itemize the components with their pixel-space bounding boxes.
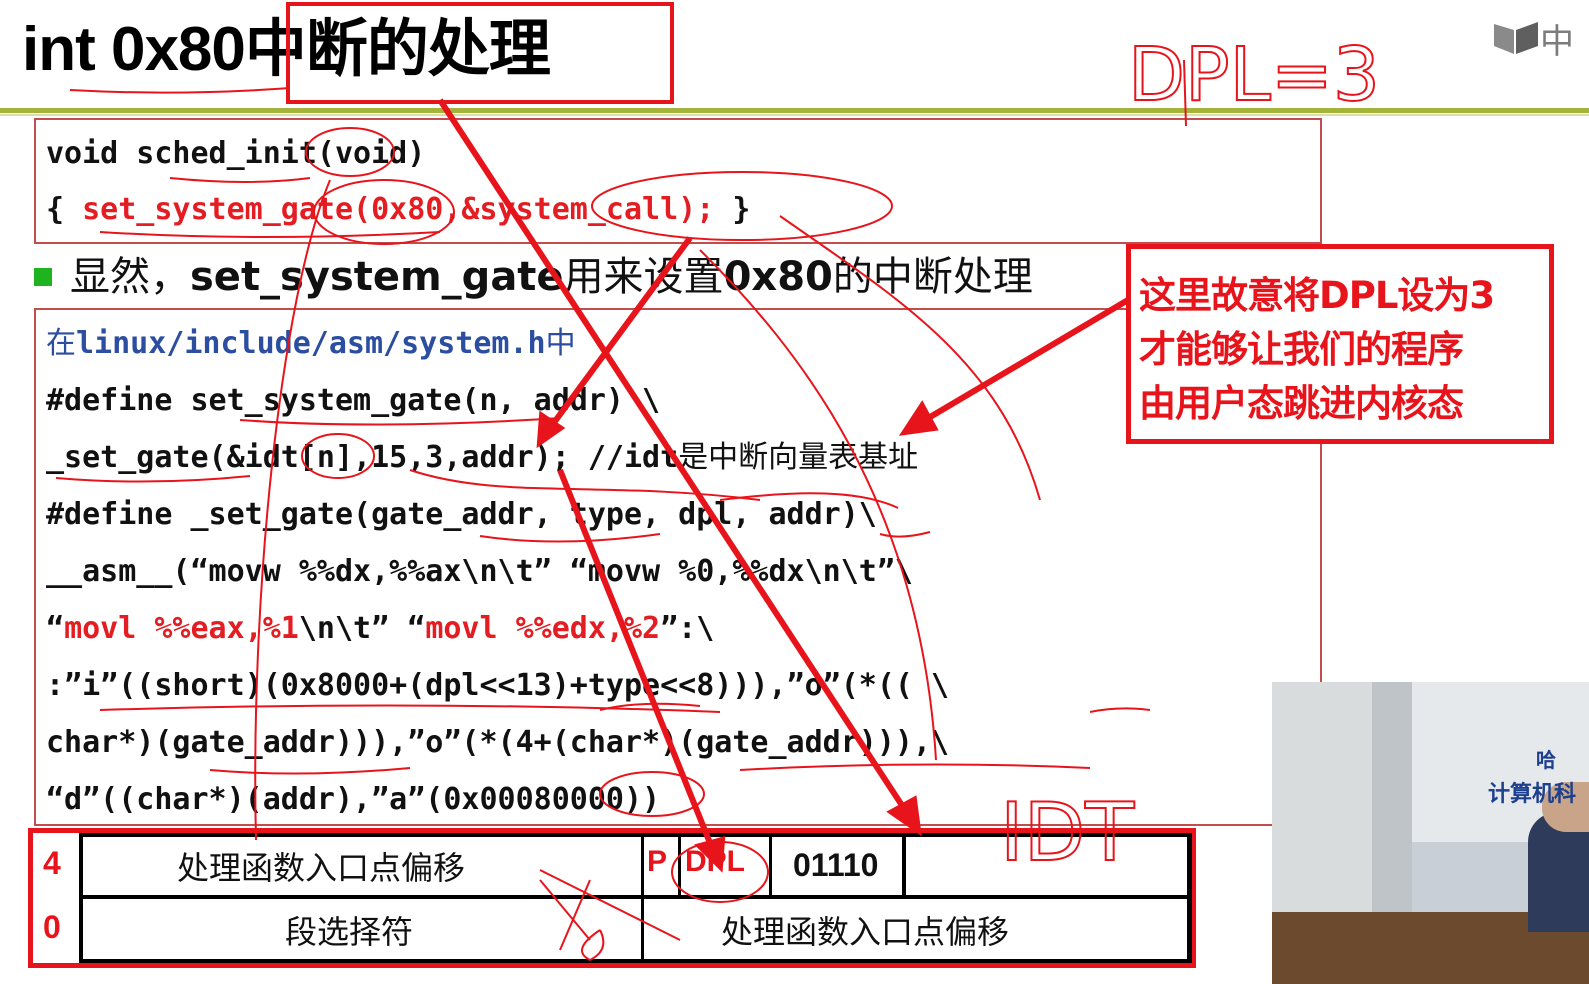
bullet-text: 显然，set_system_gate用来设置0x80的中断处理 bbox=[70, 252, 1033, 302]
idt-bottom-border bbox=[83, 959, 1187, 963]
code-brace-open: { bbox=[46, 192, 83, 227]
video-sign-text-1: 哈 bbox=[1536, 748, 1556, 772]
bullet-suffix: 用来设置 bbox=[563, 254, 724, 300]
dpl-callout: 这里故意将DPL设为3 才能够让我们的程序 由用户态跳进内核态 bbox=[1126, 244, 1554, 444]
code2-line-6: “movl %%eax,%1\n\t” “movl %%edx,%2”:\ bbox=[46, 609, 714, 649]
code2-path: linux/include/asm/system.h bbox=[76, 326, 546, 361]
code2-movl-edx: movl %%edx,%2 bbox=[425, 611, 661, 646]
title-divider-light bbox=[0, 114, 1589, 116]
idt-present-bit: P bbox=[647, 845, 668, 878]
lecturer-video bbox=[1272, 682, 1589, 984]
title-divider bbox=[0, 108, 1589, 113]
code2-line-4: #define _set_gate(gate_addr, type, dpl, … bbox=[46, 497, 877, 532]
code2-line-5: __asm__(“movw %%dx,%%ax\n\t” “movw %0,%%… bbox=[46, 554, 913, 589]
code-brace-close: } bbox=[714, 192, 751, 227]
idt-descriptor-table: 4 0 处理函数入口点偏移 P DPL 01110 段选择符 处理函数入口点偏移 bbox=[28, 828, 1196, 968]
idt-offset-high: 处理函数入口点偏移 bbox=[177, 849, 466, 887]
code2-end: ”:\ bbox=[660, 611, 715, 646]
idt-top-border bbox=[83, 833, 1187, 837]
code2-line-8: char*)(gate_addr))),”o”(*(4+(char*)(gate… bbox=[46, 725, 950, 760]
code2-prefix: 在 bbox=[46, 326, 76, 361]
bullet-hex: 0x80 bbox=[723, 254, 833, 300]
callout-line-3: 由用户态跳进内核态 bbox=[1139, 382, 1464, 425]
code2-quote: “ bbox=[46, 611, 65, 646]
title-prefix: int 0x80 bbox=[22, 15, 246, 84]
code-line-1: void sched_init(void) bbox=[46, 136, 426, 171]
book-icon bbox=[1494, 22, 1538, 54]
idt-type-bits: 01110 bbox=[793, 847, 879, 883]
video-sign-text-2: 计算机科 bbox=[1488, 782, 1577, 807]
bullet-func-name: set_system_gate bbox=[190, 254, 564, 300]
code-line-2: { set_system_gate(0x80,&system_call); } bbox=[46, 190, 750, 230]
code2-mid: \n\t” “ bbox=[298, 611, 426, 646]
idt-row-index-bottom: 0 bbox=[43, 909, 61, 945]
handwritten-dpl: DPL=3 bbox=[1128, 32, 1380, 118]
code2-movl-eax: movl %%eax,%1 bbox=[64, 611, 299, 646]
idt-mid-divider bbox=[641, 833, 644, 963]
idt-segment-selector: 段选择符 bbox=[285, 913, 414, 951]
callout-line-1: 这里故意将DPL设为3 bbox=[1139, 274, 1495, 317]
idt-offset-low: 处理函数入口点偏移 bbox=[721, 913, 1010, 951]
bullet-end: 的中断处理 bbox=[832, 254, 1033, 300]
code2-line-9: “d”((char*)(addr),”a”(0x00080000)) bbox=[46, 782, 661, 817]
code2-line-7: :”i”((short)(0x8000+(dpl<<13)+type<<8)))… bbox=[46, 668, 950, 703]
code2-line-1: 在linux/include/asm/system.h中 bbox=[46, 324, 576, 364]
idt-type-divider bbox=[902, 833, 906, 895]
idt-right-border bbox=[1187, 833, 1192, 963]
code2-suffix: 中 bbox=[545, 326, 576, 361]
callout-line-2: 才能够让我们的程序 bbox=[1139, 328, 1464, 371]
idt-row-divider bbox=[83, 895, 1187, 899]
bullet-prefix: 显然， bbox=[70, 254, 190, 300]
code2-set-gate: _set_gate(&idt[n],15,3,addr); //idt bbox=[46, 440, 679, 475]
code2-line-2: #define set_system_gate(n, addr) \ bbox=[46, 383, 661, 418]
code2-line-3: _set_gate(&idt[n],15,3,addr); //idt是中断向量… bbox=[46, 438, 918, 478]
idt-row-index-top: 4 bbox=[43, 845, 61, 881]
code2-comment: 是中断向量表基址 bbox=[678, 440, 919, 475]
idt-dpl-divider bbox=[769, 833, 772, 895]
bullet-marker bbox=[34, 268, 52, 286]
idt-p-divider bbox=[678, 833, 681, 895]
corner-char: 中 bbox=[1540, 22, 1574, 62]
code-set-system-gate-call: set_system_gate(0x80,&system_call); bbox=[82, 192, 715, 227]
title-highlight-box bbox=[286, 2, 674, 104]
idt-dpl-field: DPL bbox=[685, 845, 745, 878]
